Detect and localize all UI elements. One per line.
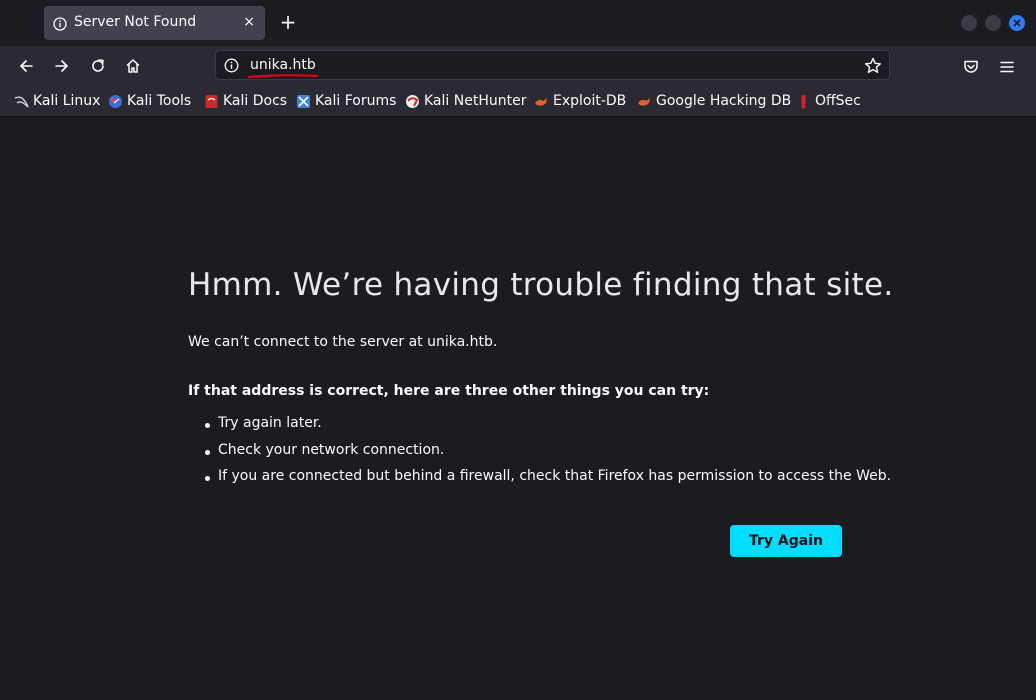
navigation-toolbar: unika.htb <box>0 46 1036 86</box>
error-page: Hmm. We’re having trouble finding that s… <box>0 117 1036 700</box>
bookmark-google-hacking-db[interactable]: Google Hacking DB <box>637 91 791 111</box>
site-info-icon[interactable] <box>224 58 239 73</box>
home-icon <box>126 59 140 73</box>
ghdb-icon <box>637 94 652 109</box>
error-description: We can’t connect to the server at unika.… <box>188 334 498 350</box>
minimize-window-button[interactable] <box>961 15 977 31</box>
close-icon <box>1013 19 1021 27</box>
kali-dragon-icon <box>14 94 29 109</box>
info-icon <box>53 16 67 31</box>
suggestions-heading: If that address is correct, here are thr… <box>188 383 710 399</box>
tab-server-not-found[interactable]: Server Not Found × <box>44 6 265 40</box>
bookmark-kali-nethunter[interactable]: Kali NetHunter <box>405 91 526 111</box>
url-text[interactable]: unika.htb <box>250 57 316 73</box>
bookmark-label: Kali Tools <box>127 93 192 109</box>
list-item: Check your network connection. <box>200 442 891 469</box>
close-window-button[interactable] <box>1009 15 1025 31</box>
bookmark-label: Kali Forums <box>315 93 397 109</box>
bookmark-label: OffSec <box>815 93 861 109</box>
bookmark-kali-forums[interactable]: Kali Forums <box>296 91 396 111</box>
list-item: Try again later. <box>200 415 891 442</box>
reload-button[interactable] <box>86 54 110 78</box>
bookmark-exploit-db[interactable]: Exploit-DB <box>534 91 626 111</box>
exploit-db-icon <box>534 94 549 109</box>
offsec-icon <box>796 94 811 109</box>
bookmarks-toolbar: Kali Linux Kali Tools Kali Docs Kali For… <box>0 86 1036 117</box>
tab-strip: Server Not Found × + <box>0 0 1036 46</box>
url-bar[interactable]: unika.htb <box>215 50 890 80</box>
try-again-button[interactable]: Try Again <box>730 525 842 557</box>
pocket-icon[interactable] <box>962 58 980 76</box>
hamburger-menu-icon[interactable] <box>998 58 1016 76</box>
reload-icon <box>92 59 104 72</box>
bookmark-label: Kali Docs <box>223 93 288 109</box>
bookmark-label: Kali Linux <box>33 93 101 109</box>
list-item: If you are connected but behind a firewa… <box>200 468 891 495</box>
forward-button[interactable] <box>50 54 74 78</box>
bookmark-star-icon[interactable] <box>863 56 883 76</box>
back-button[interactable] <box>14 54 38 78</box>
red-underline-annotation <box>247 74 319 79</box>
bookmark-kali-docs[interactable]: Kali Docs <box>204 91 287 111</box>
new-tab-button[interactable]: + <box>277 11 299 33</box>
home-button[interactable] <box>121 54 145 78</box>
maximize-window-button[interactable] <box>985 15 1001 31</box>
bookmark-label: Google Hacking DB <box>656 93 792 109</box>
bookmark-label: Kali NetHunter <box>424 93 527 109</box>
suggestions-list: Try again later. Check your network conn… <box>200 415 891 495</box>
error-title: Hmm. We’re having trouble finding that s… <box>188 267 894 303</box>
kali-forums-icon <box>296 94 311 109</box>
kali-docs-icon <box>204 94 219 109</box>
kali-nethunter-icon <box>405 94 420 109</box>
kali-tools-icon <box>108 94 123 109</box>
bookmark-kali-tools[interactable]: Kali Tools <box>108 91 191 111</box>
bookmark-label: Exploit-DB <box>553 93 627 109</box>
arrow-left-icon <box>20 60 33 72</box>
arrow-right-icon <box>55 60 68 72</box>
bookmark-offsec[interactable]: OffSec <box>796 91 861 111</box>
bookmark-kali-linux[interactable]: Kali Linux <box>14 91 100 111</box>
close-tab-icon[interactable]: × <box>243 14 255 30</box>
tab-title: Server Not Found <box>74 14 197 30</box>
